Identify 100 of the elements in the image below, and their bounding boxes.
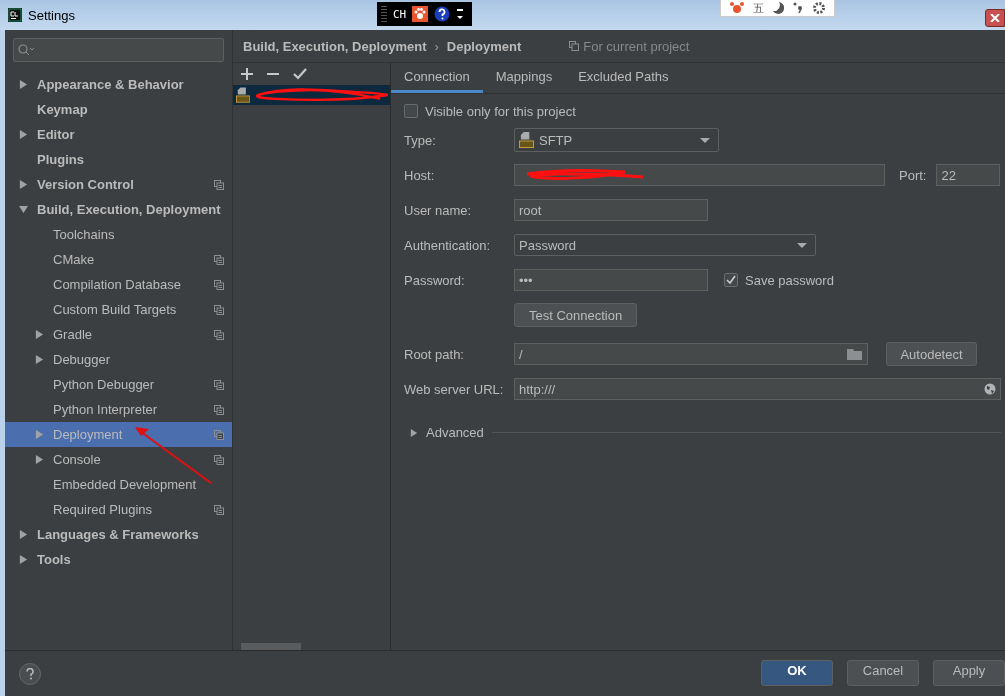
sidebar-item-label: Languages & Frameworks <box>37 527 200 542</box>
advanced-section-toggle[interactable]: Advanced <box>426 425 484 440</box>
field-label: User name: <box>404 202 473 218</box>
sidebar-item-label: Plugins <box>37 152 85 167</box>
password-field[interactable]: ••• <box>514 269 708 291</box>
authentication-dropdown[interactable]: Password <box>514 234 816 256</box>
close-button[interactable] <box>985 9 1005 27</box>
port-field[interactable]: 22 <box>936 164 1001 186</box>
sidebar-item-label: CMake <box>53 252 96 267</box>
sidebar-item[interactable]: Required Plugins <box>5 497 232 522</box>
input-mode-label[interactable]: 五 <box>753 1 764 15</box>
punctuation-icon[interactable] <box>792 2 804 14</box>
field-label: Port: <box>899 167 927 183</box>
collapsed-arrow-icon[interactable] <box>19 80 28 89</box>
sidebar-item-label: Tools <box>37 552 72 567</box>
web-server-url-field[interactable]: http:/// <box>514 378 1001 400</box>
sidebar-item[interactable]: Console <box>5 447 232 472</box>
sidebar-item[interactable]: Embedded Development <box>5 472 232 497</box>
sidebar-item-label: Keymap <box>37 102 89 117</box>
scrollbar-thumb[interactable] <box>241 643 301 650</box>
app-logo-icon <box>8 8 22 22</box>
dialog-button[interactable]: Cancel <box>847 660 919 686</box>
sidebar-item[interactable]: Debugger <box>5 347 232 372</box>
field-label: Authentication: <box>404 237 491 253</box>
field-label: Root path: <box>404 346 465 362</box>
help-icon[interactable] <box>434 6 451 22</box>
collapsed-arrow-icon[interactable] <box>35 355 44 364</box>
ime-language-label[interactable]: CH <box>393 7 407 21</box>
sidebar-item[interactable]: Gradle <box>5 322 232 347</box>
field-label: Host: <box>404 167 436 183</box>
globe-icon[interactable] <box>984 383 996 395</box>
test-connection-button[interactable]: Test Connection <box>514 303 638 327</box>
username-field[interactable]: root <box>514 199 708 221</box>
dialog-button[interactable]: Apply <box>933 660 1005 686</box>
sidebar-item-label: Python Interpreter <box>53 402 159 417</box>
search-icon <box>18 44 34 56</box>
help-icon <box>25 668 35 680</box>
sidebar-item-label: Version Control <box>37 177 135 192</box>
sidebar-item[interactable]: Plugins <box>5 147 232 172</box>
add-icon[interactable] <box>241 68 253 80</box>
field-label: Type: <box>404 132 437 148</box>
server-list-item[interactable] <box>233 85 390 105</box>
sidebar-item-label: Console <box>53 452 102 467</box>
root-path-field[interactable]: / <box>514 343 868 365</box>
sidebar-item[interactable]: Languages & Frameworks <box>5 522 232 547</box>
tab[interactable]: Mappings <box>482 63 566 93</box>
sidebar-item[interactable]: CMake <box>5 247 232 272</box>
sidebar-item[interactable]: Tools <box>5 547 232 572</box>
moon-icon[interactable] <box>772 2 784 14</box>
checkbox[interactable] <box>724 273 738 287</box>
check-icon[interactable] <box>293 68 307 80</box>
paw-icon[interactable] <box>412 6 429 22</box>
sidebar-item[interactable]: Editor <box>5 122 232 147</box>
sidebar-item-label: Compilation Database <box>53 277 182 292</box>
breadcrumb-item[interactable]: Build, Execution, Deployment <box>243 38 427 54</box>
sidebar-item[interactable]: Python Interpreter <box>5 397 232 422</box>
breadcrumb-separator: › <box>434 38 439 54</box>
collapsed-arrow-icon[interactable] <box>19 530 28 539</box>
menu-icon[interactable] <box>456 6 465 22</box>
sidebar-item-label: Debugger <box>53 352 112 367</box>
sidebar-item[interactable]: Build, Execution, Deployment <box>5 197 232 222</box>
search-field[interactable] <box>13 38 224 62</box>
collapsed-arrow-icon[interactable] <box>410 428 418 437</box>
sidebar-item[interactable]: Keymap <box>5 97 232 122</box>
collapsed-arrow-icon[interactable] <box>19 130 28 139</box>
tab[interactable]: Connection <box>391 63 483 93</box>
breadcrumb-item[interactable]: Deployment <box>446 38 522 54</box>
collapsed-arrow-icon[interactable] <box>19 180 28 189</box>
collapsed-arrow-icon[interactable] <box>35 455 44 464</box>
collapsed-arrow-icon[interactable] <box>19 555 28 564</box>
field-label: Web server URL: <box>404 381 505 397</box>
checkbox[interactable] <box>404 104 418 118</box>
checkbox-label: Visible only for this project <box>425 103 576 119</box>
dialog-button[interactable]: OK <box>761 660 833 686</box>
sidebar-item-label: Python Debugger <box>53 377 156 392</box>
sidebar-item[interactable]: Version Control <box>5 172 232 197</box>
sidebar-item-label: Required Plugins <box>53 502 153 517</box>
sidebar-item-label: Embedded Development <box>53 477 198 492</box>
expanded-arrow-icon[interactable] <box>19 205 28 214</box>
collapsed-arrow-icon[interactable] <box>35 330 44 339</box>
settings-icon[interactable] <box>812 2 826 14</box>
autodetect-button[interactable]: Autodetect <box>886 342 977 366</box>
type-dropdown[interactable]: SFTP <box>514 128 719 152</box>
server-icon <box>519 131 534 149</box>
host-field[interactable] <box>514 164 885 186</box>
sidebar-item[interactable]: Appearance & Behavior <box>5 72 232 97</box>
sidebar-item-label: Editor <box>37 127 76 142</box>
folder-icon[interactable] <box>847 348 863 360</box>
window-title: Settings <box>28 7 75 23</box>
help-button[interactable] <box>19 663 41 685</box>
sidebar-item[interactable]: Python Debugger <box>5 372 232 397</box>
sidebar-item[interactable]: Custom Build Targets <box>5 297 232 322</box>
copy-icon <box>569 41 580 51</box>
sidebar-item-label: Build, Execution, Deployment <box>37 202 222 217</box>
sidebar-item[interactable]: Compilation Database <box>5 272 232 297</box>
sidebar-item[interactable]: Toolchains <box>5 222 232 247</box>
checkbox-label: Save password <box>745 272 834 288</box>
tab[interactable]: Excluded Paths <box>565 63 682 93</box>
sidebar-item-label: Appearance & Behavior <box>37 77 185 92</box>
sidebar-item-label: Custom Build Targets <box>53 302 178 317</box>
